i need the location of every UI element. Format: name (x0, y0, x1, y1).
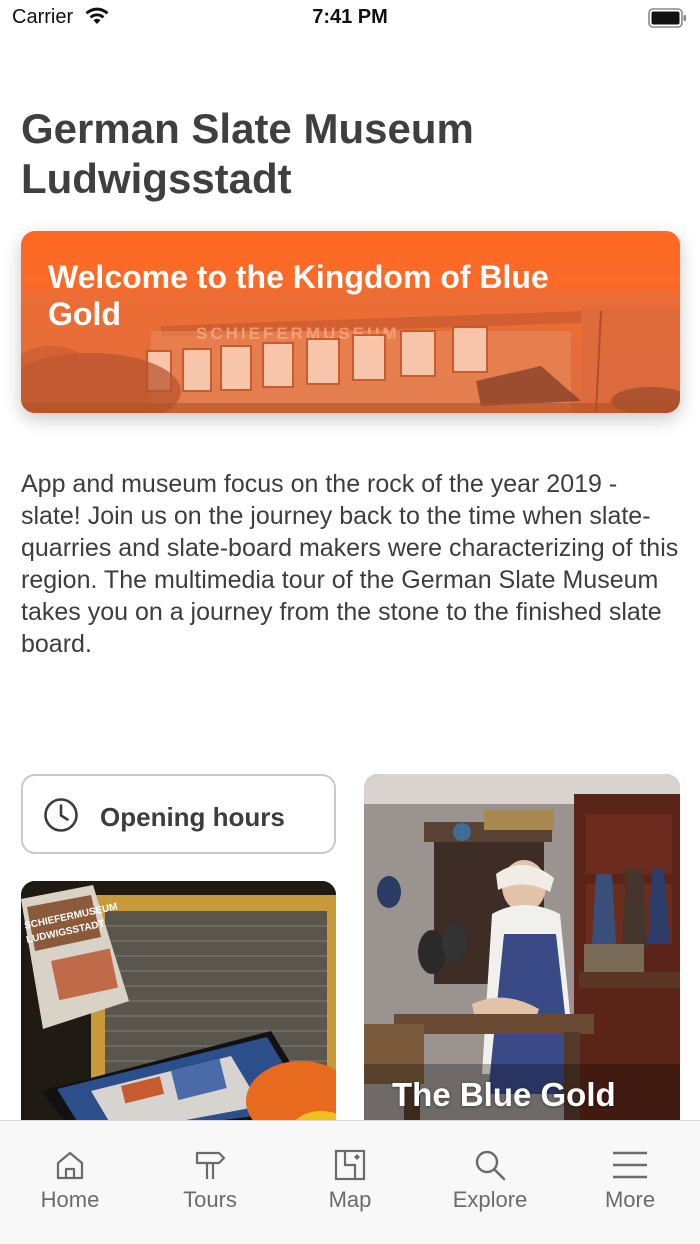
welcome-hero-card[interactable]: SCHIEFERMUSEUM Welcome to the Kingdom of… (21, 231, 680, 413)
tablet-slate-photo: SCHIEFERMUSEUM LUDWIGSSTADT (21, 881, 336, 1141)
blue-gold-title: The Blue Gold (392, 1076, 616, 1113)
tab-explore[interactable]: Explore (420, 1121, 560, 1244)
home-icon (56, 1151, 84, 1180)
clock-icon (44, 798, 78, 832)
tab-bar: Home Tours Map Explore More (0, 1120, 700, 1244)
menu-icon (613, 1151, 647, 1179)
opening-hours-label: Opening hours (100, 802, 285, 832)
tab-home[interactable]: Home (0, 1121, 140, 1244)
signpost-icon (195, 1151, 226, 1179)
tab-map[interactable]: Map (280, 1121, 420, 1244)
status-time: 7:41 PM (312, 6, 388, 28)
museum-description: App and museum focus on the rock of the … (21, 470, 679, 658)
map-icon (334, 1149, 366, 1181)
status-bar: Carrier 7:41 PM (0, 0, 700, 40)
tab-label-map: Map (328, 1187, 372, 1212)
tab-label-explore: Explore (452, 1187, 528, 1212)
tab-label-home: Home (40, 1187, 100, 1212)
tab-label-more: More (604, 1187, 656, 1212)
tab-more[interactable]: More (560, 1121, 700, 1244)
search-icon (475, 1150, 506, 1181)
tab-label-tours: Tours (183, 1187, 237, 1212)
media-tour-card[interactable]: SCHIEFERMUSEUM LUDWIGSSTADT (21, 881, 336, 1141)
hero-title: Welcome to the Kingdom of Blue Gold (48, 259, 549, 332)
battery-icon (648, 8, 686, 28)
blue-gold-card[interactable]: The Blue Gold (364, 774, 680, 1141)
tab-tours[interactable]: Tours (140, 1121, 280, 1244)
page-title: German Slate Museum Ludwigsstadt (21, 105, 474, 202)
opening-hours-button[interactable]: Opening hours (21, 774, 336, 854)
app-screen: Carrier 7:41 PM German Slate Museum Ludw… (0, 0, 700, 1244)
